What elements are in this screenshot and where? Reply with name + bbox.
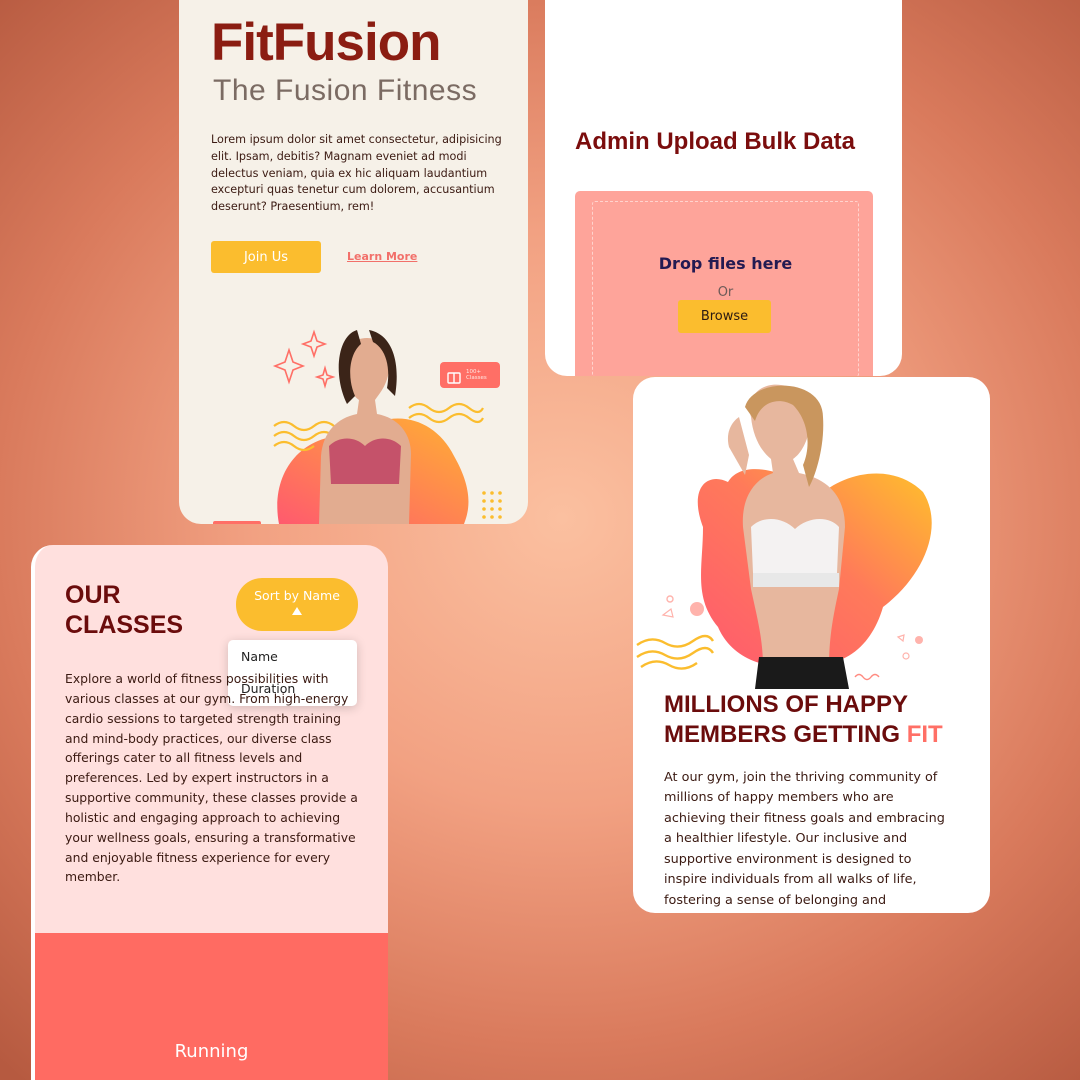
classes-card: OUR CLASSES Sort by Name Name Duration E… — [31, 545, 388, 1080]
classes-badge: 100+ Classes — [440, 362, 500, 388]
hero-bottom-accent — [213, 521, 261, 524]
hero-illustration — [272, 329, 502, 524]
sort-label: Sort by Name — [254, 588, 340, 603]
browse-button[interactable]: Browse — [678, 300, 771, 333]
dropzone[interactable]: Drop files here Or Browse — [575, 191, 873, 376]
join-us-button[interactable]: Join Us — [211, 241, 321, 273]
book-icon — [447, 369, 461, 384]
members-illustration — [636, 384, 932, 689]
hero-description: Lorem ipsum dolor sit amet consectetur, … — [211, 133, 502, 214]
class-name: Running — [174, 1041, 249, 1062]
members-title-main: MILLIONS OF HAPPY MEMBERS GETTING — [664, 691, 908, 748]
brand-tagline: The Fusion Fitness — [213, 74, 478, 107]
learn-more-link[interactable]: Learn More — [347, 250, 417, 263]
classes-title: OUR CLASSES — [65, 581, 184, 639]
drop-files-label: Drop files here — [658, 254, 793, 273]
members-description: At our gym, join the thriving community … — [664, 770, 945, 908]
sort-option-name[interactable]: Name — [241, 649, 278, 664]
hero-card: FitFusion The Fusion Fitness Lorem ipsum… — [179, 0, 528, 524]
caret-up-icon — [292, 607, 302, 615]
class-card-running[interactable]: Running — [35, 933, 388, 1080]
classes-description: Explore a world of fitness possibilities… — [65, 671, 358, 885]
classes-badge-text: 100+ Classes — [466, 368, 487, 381]
dropzone-dashed-area[interactable]: Drop files here Or Browse — [592, 201, 859, 376]
upload-card: Admin Upload Bulk Data Drop files here O… — [545, 0, 902, 376]
brand-logo: FitFusion — [211, 13, 441, 72]
members-title-accent: FIT — [906, 721, 943, 748]
members-title: MILLIONS OF HAPPY MEMBERS GETTING FIT — [664, 690, 984, 750]
sort-dropdown-button[interactable]: Sort by Name — [236, 578, 358, 631]
upload-title: Admin Upload Bulk Data — [575, 128, 856, 155]
or-label: Or — [717, 285, 734, 300]
members-card: MILLIONS OF HAPPY MEMBERS GETTING FIT At… — [633, 377, 990, 913]
